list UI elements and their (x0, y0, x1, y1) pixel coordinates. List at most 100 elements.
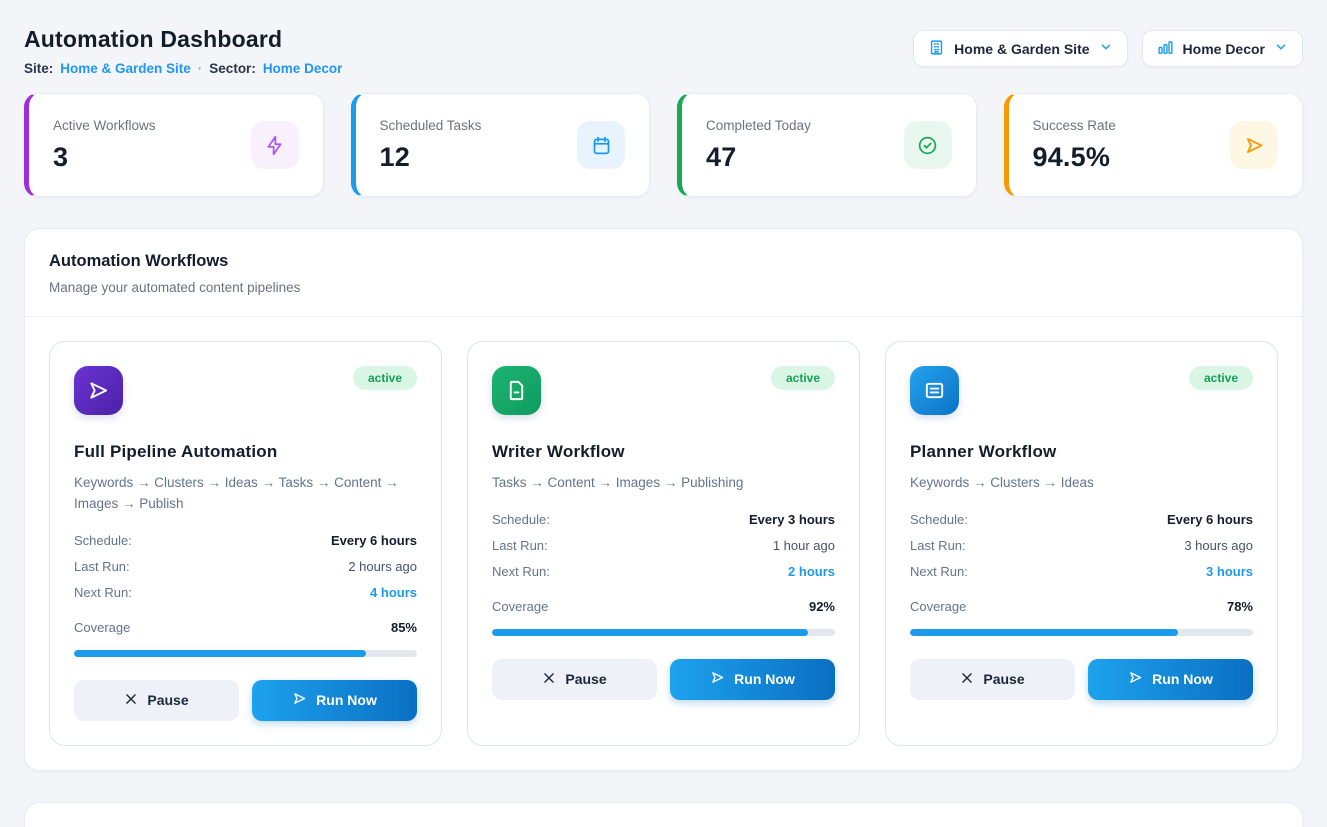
last-run-value: 2 hours ago (348, 559, 417, 574)
workflows-panel-body: active Full Pipeline Automation Keywords… (25, 317, 1302, 770)
stat-value: 3 (53, 142, 156, 173)
workflow-card-full-pipeline: active Full Pipeline Automation Keywords… (49, 341, 442, 746)
workflows-panel: Automation Workflows Manage your automat… (24, 228, 1303, 771)
pause-button[interactable]: Pause (910, 659, 1075, 700)
lightning-icon (251, 121, 299, 169)
run-now-button[interactable]: Run Now (252, 680, 417, 721)
schedule-row: Schedule: Every 6 hours (74, 528, 417, 554)
page-header: Automation Dashboard Site: Home & Garden… (24, 26, 1303, 76)
last-run-row: Last Run: 2 hours ago (74, 554, 417, 580)
chevron-down-icon (1099, 40, 1113, 57)
stat-value: 94.5% (1033, 142, 1116, 173)
schedule-value: Every 6 hours (1167, 512, 1253, 527)
close-icon (124, 692, 138, 709)
breadcrumb: Site: Home & Garden Site · Sector: Home … (24, 61, 342, 76)
send-icon (74, 366, 123, 415)
stat-label: Active Workflows (53, 118, 156, 133)
pause-button[interactable]: Pause (74, 680, 239, 721)
send-icon (710, 670, 725, 688)
close-icon (960, 671, 974, 688)
coverage-progress-track (74, 650, 417, 657)
workflow-card-planner: active Planner Workflow Keywords → Clust… (885, 341, 1278, 746)
calendar-icon (577, 121, 625, 169)
stat-card-scheduled-tasks: Scheduled Tasks 12 (351, 93, 651, 197)
workflow-name: Writer Workflow (492, 442, 835, 462)
coverage-value: 92% (809, 599, 835, 614)
site-label: Site: (24, 61, 53, 76)
next-run-value: 2 hours (788, 564, 835, 579)
workflow-description: Keywords → Clusters → Ideas → Tasks → Co… (74, 473, 417, 515)
coverage-value: 85% (391, 620, 417, 635)
sector-selector-dropdown[interactable]: Home Decor (1142, 30, 1303, 67)
sector-selector-value: Home Decor (1183, 41, 1265, 57)
bar-chart-icon (1157, 39, 1174, 59)
stat-card-completed-today: Completed Today 47 (677, 93, 977, 197)
close-icon (542, 671, 556, 688)
workflow-card-writer: active Writer Workflow Tasks → Content →… (467, 341, 860, 746)
schedule-row: Schedule: Every 6 hours (910, 507, 1253, 533)
stat-label: Completed Today (706, 118, 811, 133)
send-icon (1230, 121, 1278, 169)
automation-steps-panel: Automation Steps Configure which steps a… (24, 802, 1303, 827)
sector-label: Sector: (209, 61, 256, 76)
coverage-value: 78% (1227, 599, 1253, 614)
next-run-row: Next Run: 3 hours (910, 559, 1253, 585)
coverage-block: Coverage 85% (74, 615, 417, 657)
next-run-value: 3 hours (1206, 564, 1253, 579)
workflow-description: Tasks → Content → Images → Publishing (492, 473, 835, 494)
status-badge: active (353, 366, 417, 390)
stat-value: 12 (380, 142, 482, 173)
workflows-panel-header: Automation Workflows Manage your automat… (25, 229, 1302, 317)
workflow-name: Full Pipeline Automation (74, 442, 417, 462)
last-run-value: 3 hours ago (1184, 538, 1253, 553)
schedule-value: Every 3 hours (749, 512, 835, 527)
coverage-progress-track (492, 629, 835, 636)
site-link[interactable]: Home & Garden Site (60, 61, 191, 76)
stat-label: Success Rate (1033, 118, 1116, 133)
workflow-grid: active Full Pipeline Automation Keywords… (49, 341, 1278, 746)
stats-row: Active Workflows 3 Scheduled Tasks 12 Co… (24, 93, 1303, 197)
stat-value: 47 (706, 142, 811, 173)
send-icon (292, 691, 307, 709)
workflow-description: Keywords → Clusters → Ideas (910, 473, 1253, 494)
coverage-block: Coverage 78% (910, 594, 1253, 636)
document-icon (492, 366, 541, 415)
coverage-progress-fill (74, 650, 366, 657)
status-badge: active (1189, 366, 1253, 390)
last-run-value: 1 hour ago (773, 538, 835, 553)
last-run-row: Last Run: 1 hour ago (492, 533, 835, 559)
page-title: Automation Dashboard (24, 26, 342, 53)
coverage-progress-track (910, 629, 1253, 636)
chevron-down-icon (1274, 40, 1288, 57)
workflows-subtitle: Manage your automated content pipelines (49, 280, 1278, 295)
last-run-row: Last Run: 3 hours ago (910, 533, 1253, 559)
schedule-value: Every 6 hours (331, 533, 417, 548)
building-icon (928, 39, 945, 59)
send-icon (1128, 670, 1143, 688)
meta-separator: · (198, 61, 203, 76)
site-selector-dropdown[interactable]: Home & Garden Site (913, 30, 1127, 67)
run-now-button[interactable]: Run Now (1088, 659, 1253, 700)
stat-label: Scheduled Tasks (380, 118, 482, 133)
next-run-row: Next Run: 2 hours (492, 559, 835, 585)
header-left: Automation Dashboard Site: Home & Garden… (24, 26, 342, 76)
next-run-value: 4 hours (370, 585, 417, 600)
pause-button[interactable]: Pause (492, 659, 657, 700)
workflows-title: Automation Workflows (49, 252, 1278, 271)
list-icon (910, 366, 959, 415)
coverage-progress-fill (492, 629, 808, 636)
check-circle-icon (904, 121, 952, 169)
stat-card-active-workflows: Active Workflows 3 (24, 93, 324, 197)
run-now-button[interactable]: Run Now (670, 659, 835, 700)
coverage-progress-fill (910, 629, 1178, 636)
sector-link[interactable]: Home Decor (263, 61, 343, 76)
schedule-row: Schedule: Every 3 hours (492, 507, 835, 533)
coverage-block: Coverage 92% (492, 594, 835, 636)
stat-card-success-rate: Success Rate 94.5% (1004, 93, 1304, 197)
steps-panel-header: Automation Steps Configure which steps a… (25, 803, 1302, 827)
status-badge: active (771, 366, 835, 390)
site-selector-value: Home & Garden Site (954, 41, 1089, 57)
workflow-name: Planner Workflow (910, 442, 1253, 462)
next-run-row: Next Run: 4 hours (74, 580, 417, 606)
header-selectors: Home & Garden Site Home Decor (913, 30, 1303, 67)
